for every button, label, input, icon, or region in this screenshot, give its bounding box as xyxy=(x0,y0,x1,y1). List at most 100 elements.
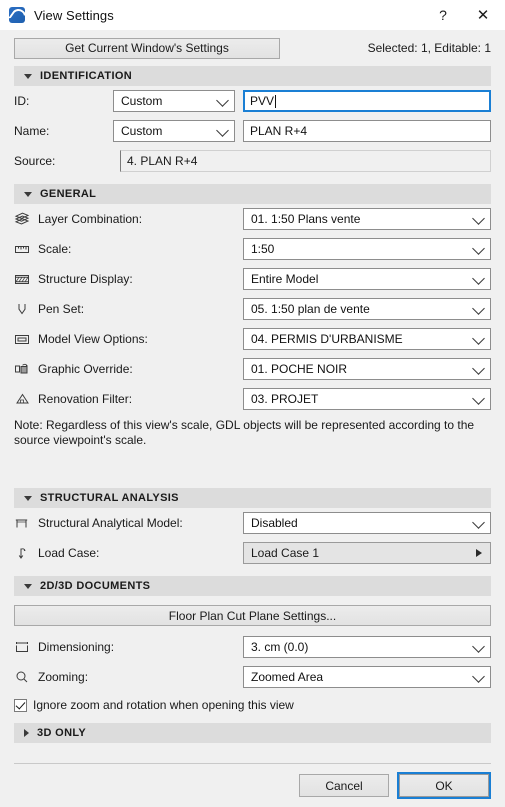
row-layer-combination: Layer Combination: 01. 1:50 Plans vente xyxy=(0,204,505,234)
structure-display-value: Entire Model xyxy=(251,272,319,286)
structure-display-select[interactable]: Entire Model xyxy=(243,268,491,290)
renovation-filter-label: Renovation Filter: xyxy=(38,392,133,406)
id-mode-select[interactable]: Custom xyxy=(113,90,235,112)
row-structure-display: Structure Display: Entire Model xyxy=(0,264,505,294)
load-case-popup[interactable]: Load Case 1 xyxy=(243,542,491,564)
gdl-scale-note: Note: Regardless of this view's scale, G… xyxy=(14,418,475,447)
load-case-controls: Load Case 1 xyxy=(243,542,491,564)
source-value: 4. PLAN R+4 xyxy=(120,150,491,172)
pen-set-value: 05. 1:50 plan de vente xyxy=(251,302,370,316)
chevron-down-icon xyxy=(472,362,485,375)
pen-set-select[interactable]: 05. 1:50 plan de vente xyxy=(243,298,491,320)
ok-button[interactable]: OK xyxy=(399,774,489,797)
ignore-zoom-row[interactable]: Ignore zoom and rotation when opening th… xyxy=(0,692,505,718)
graphic-override-select[interactable]: 01. POCHE NOIR xyxy=(243,358,491,380)
zooming-select[interactable]: Zoomed Area xyxy=(243,666,491,688)
chevron-down-icon xyxy=(24,583,32,589)
name-input[interactable]: PLAN R+4 xyxy=(243,120,491,142)
dimensioning-icon xyxy=(14,639,34,655)
chevron-down-icon xyxy=(472,272,485,285)
name-mode-value: Custom xyxy=(121,124,163,138)
chevron-down-icon xyxy=(472,640,485,653)
structure-display-icon xyxy=(14,271,34,287)
chevron-down-icon xyxy=(24,73,32,79)
row-zooming: Zooming: Zoomed Area xyxy=(0,662,505,692)
row-graphic-override: Graphic Override: 01. POCHE NOIR xyxy=(0,354,505,384)
source-controls: 4. PLAN R+4 xyxy=(120,150,491,172)
footer: Cancel OK xyxy=(0,764,505,807)
section-title-structural-analysis: STRUCTURAL ANALYSIS xyxy=(40,492,179,504)
section-header-identification[interactable]: IDENTIFICATION xyxy=(14,66,491,86)
chevron-down-icon xyxy=(472,242,485,255)
layer-combination-controls: 01. 1:50 Plans vente xyxy=(243,208,491,230)
section-header-structural-analysis[interactable]: STRUCTURAL ANALYSIS xyxy=(14,488,491,508)
row-load-case: Load Case: Load Case 1 xyxy=(0,538,505,568)
layer-combination-value: 01. 1:50 Plans vente xyxy=(251,212,361,226)
get-current-window-settings-button[interactable]: Get Current Window's Settings xyxy=(14,37,280,59)
load-case-value: Load Case 1 xyxy=(251,546,320,560)
model-view-options-select[interactable]: 04. PERMIS D'URBANISME xyxy=(243,328,491,350)
chevron-down-icon xyxy=(472,332,485,345)
help-button[interactable]: ? xyxy=(425,0,461,30)
row-name: Name: Custom PLAN R+4 xyxy=(0,116,505,146)
chevron-down-icon xyxy=(472,392,485,405)
chevron-down-icon xyxy=(472,670,485,683)
structural-analytical-model-controls: Disabled xyxy=(243,512,491,534)
ignore-zoom-checkbox[interactable] xyxy=(14,698,27,712)
section-header-3d-only[interactable]: 3D ONLY xyxy=(14,723,491,743)
section-header-general[interactable]: GENERAL xyxy=(14,184,491,204)
section-title-identification: IDENTIFICATION xyxy=(40,70,133,82)
row-model-view-options: Model View Options: 04. PERMIS D'URBANIS… xyxy=(0,324,505,354)
ruler-icon xyxy=(14,241,34,257)
row-source: Source: 4. PLAN R+4 xyxy=(0,146,505,176)
dimensioning-select[interactable]: 3. cm (0.0) xyxy=(243,636,491,658)
source-label: Source: xyxy=(14,154,56,168)
section-title-2d3d-documents: 2D/3D DOCUMENTS xyxy=(40,580,151,592)
graphic-override-value: 01. POCHE NOIR xyxy=(251,362,348,376)
id-input[interactable]: PVV xyxy=(243,90,491,112)
name-mode-select[interactable]: Custom xyxy=(113,120,235,142)
scale-label: Scale: xyxy=(38,242,72,256)
renovation-filter-icon xyxy=(14,391,34,407)
structural-analytical-model-label: Structural Analytical Model: xyxy=(38,516,183,530)
graphic-override-label: Graphic Override: xyxy=(38,362,133,376)
selection-status: Selected: 1, Editable: 1 xyxy=(367,41,491,55)
row-pen-set: Pen Set: 05. 1:50 plan de vente xyxy=(0,294,505,324)
chevron-down-icon xyxy=(24,191,32,197)
chevron-down-icon xyxy=(216,94,229,107)
zooming-value: Zoomed Area xyxy=(251,670,324,684)
scale-select[interactable]: 1:50 xyxy=(243,238,491,260)
id-mode-value: Custom xyxy=(121,94,163,108)
structural-analytical-model-select[interactable]: Disabled xyxy=(243,512,491,534)
chevron-down-icon xyxy=(472,516,485,529)
graphic-override-controls: 01. POCHE NOIR xyxy=(243,358,491,380)
window-title: View Settings xyxy=(34,7,114,23)
model-view-options-label: Model View Options: xyxy=(38,332,148,346)
close-icon[interactable]: ✕ xyxy=(461,0,505,30)
structural-analytical-model-icon xyxy=(14,515,34,531)
id-controls: Custom PVV xyxy=(113,90,491,112)
pen-set-controls: 05. 1:50 plan de vente xyxy=(243,298,491,320)
row-renovation-filter: Renovation Filter: 03. PROJET xyxy=(0,384,505,414)
text-caret xyxy=(275,94,277,108)
section-header-2d3d-documents[interactable]: 2D/3D DOCUMENTS xyxy=(14,576,491,596)
chevron-down-icon xyxy=(24,495,32,501)
section-title-general: GENERAL xyxy=(40,188,97,200)
id-label: ID: xyxy=(14,94,30,108)
id-input-value: PVV xyxy=(250,94,275,108)
renovation-filter-select[interactable]: 03. PROJET xyxy=(243,388,491,410)
pen-set-icon xyxy=(14,301,34,317)
ignore-zoom-label: Ignore zoom and rotation when opening th… xyxy=(33,698,294,712)
model-view-options-controls: 04. PERMIS D'URBANISME xyxy=(243,328,491,350)
magnifier-icon xyxy=(14,669,34,685)
row-structural-analytical-model: Structural Analytical Model: Disabled xyxy=(0,508,505,538)
scale-controls: 1:50 xyxy=(243,238,491,260)
dimensioning-value: 3. cm (0.0) xyxy=(251,640,309,654)
cancel-button[interactable]: Cancel xyxy=(299,774,389,797)
layers-icon xyxy=(14,211,34,227)
zooming-label: Zooming: xyxy=(38,670,89,684)
model-view-options-icon xyxy=(14,331,34,347)
floor-plan-cut-plane-settings-button[interactable]: Floor Plan Cut Plane Settings... xyxy=(14,605,491,626)
layer-combination-select[interactable]: 01. 1:50 Plans vente xyxy=(243,208,491,230)
